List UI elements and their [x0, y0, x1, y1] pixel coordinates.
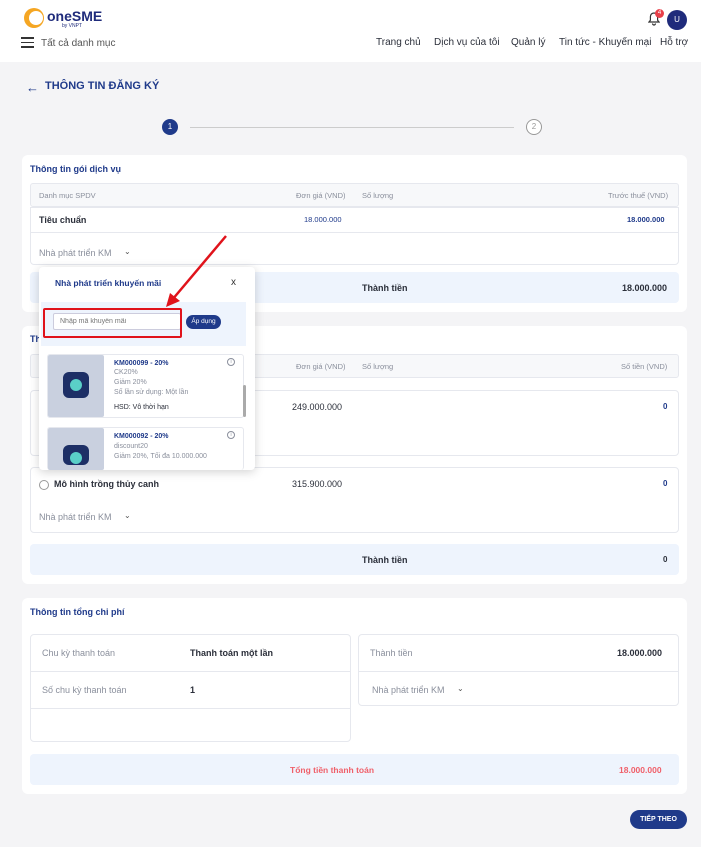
col-quantity: Số lượng — [362, 191, 394, 200]
addon-total-label: Thành tiền — [362, 555, 408, 565]
addon-col-amount: Số tiền (VND) — [621, 362, 668, 371]
close-icon[interactable]: x — [231, 277, 236, 288]
all-categories-link[interactable]: Tất cả danh mục — [41, 38, 115, 49]
addon-amount: 0 — [663, 402, 668, 411]
addon-col-quantity: Số lượng — [362, 362, 394, 371]
cycle-count-label: Số chu kỳ thanh toán — [42, 685, 127, 695]
addon-unit-price: 249.000.000 — [292, 402, 343, 412]
addon-name: Mô hình trồng thủy canh — [54, 479, 159, 489]
coupon-discount: Giảm 20% — [114, 379, 147, 386]
col-pre-tax: Trước thuế (VND) — [608, 191, 669, 200]
service-pre-tax: 18.000.000 — [627, 215, 665, 224]
cycle-count-value: 1 — [190, 685, 196, 695]
nav-home[interactable]: Trang chủ — [376, 37, 421, 48]
info-icon[interactable]: i — [227, 358, 235, 366]
addon-total-bar — [30, 544, 679, 575]
service-total-label: Thành tiền — [362, 283, 408, 293]
cost-section-title: Thông tin tổng chi phí — [30, 607, 125, 617]
chevron-down-icon[interactable]: ⌄ — [457, 684, 464, 693]
col-category: Danh mục SPDV — [39, 191, 96, 200]
divider — [30, 708, 351, 709]
page-title: THÔNG TIN ĐĂNG KÝ — [45, 80, 160, 92]
coupon-usage: Số lần sử dụng: Một lần — [114, 389, 189, 396]
hamburger-menu-icon[interactable] — [21, 37, 34, 48]
coupon-name: CK20% — [114, 369, 138, 376]
coupon-expiry: HSD: Vô thời hạn — [114, 404, 169, 411]
addon-row — [30, 467, 679, 533]
cycle-label: Chu kỳ thanh toán — [42, 648, 116, 658]
user-avatar[interactable]: U — [667, 10, 687, 30]
highlight-box — [43, 308, 182, 338]
addon-unit-price: 315.900.000 — [292, 479, 343, 489]
notification-badge: 4 — [655, 9, 664, 18]
divider — [30, 671, 351, 672]
apply-promo-button[interactable]: Áp dụng — [186, 315, 221, 329]
top-header: oneSME by VNPT Tất cả danh mục Trang chủ… — [0, 0, 701, 62]
col-unit-price: Đơn giá (VND) — [296, 191, 346, 200]
addon-amount: 0 — [663, 479, 668, 488]
popup-scrollbar[interactable] — [243, 385, 246, 417]
logo-subtitle: by VNPT — [62, 23, 83, 29]
grand-total-label: Tổng tiền thanh toán — [290, 765, 375, 775]
coupon-discount: Giảm 20%, Tối đa 10.000.000 — [114, 453, 207, 460]
nav-my-services[interactable]: Dịch vụ của tôi — [434, 37, 500, 48]
service-row — [30, 207, 679, 265]
service-promo-dropdown[interactable]: Nhà phát triển KM — [39, 248, 112, 258]
nav-news-promotions[interactable]: Tin tức - Khuyến mại — [559, 37, 651, 48]
addon-col-unit-price: Đơn giá (VND) — [296, 362, 346, 371]
grand-total-value: 18.000.000 — [619, 765, 662, 775]
divider — [358, 671, 679, 672]
cost-right-box — [358, 634, 679, 706]
next-button[interactable]: TIẾP THEO — [630, 810, 687, 829]
service-unit-price: 18.000.000 — [304, 215, 342, 224]
app-logo-icon — [63, 445, 89, 465]
coupon-code: KM000099 - 20% — [114, 360, 169, 367]
cycle-value: Thanh toán một lần — [190, 648, 273, 658]
step-2: 2 — [526, 119, 542, 135]
subtotal-value: 18.000.000 — [617, 648, 663, 658]
popup-title: Nhà phát triển khuyến mãi — [55, 278, 162, 288]
service-name: Tiêu chuẩn — [39, 215, 87, 225]
addon-promo-dropdown[interactable]: Nhà phát triển KM — [39, 512, 112, 522]
logo-text[interactable]: oneSME — [47, 8, 102, 24]
info-icon[interactable]: i — [227, 431, 235, 439]
coupon-code: KM000092 - 20% — [114, 433, 169, 440]
coupon-name: discount20 — [114, 443, 148, 450]
back-arrow-icon[interactable]: ← — [26, 80, 39, 95]
addon-total-value: 0 — [663, 555, 668, 564]
addon-checkbox[interactable] — [39, 480, 49, 490]
nav-support[interactable]: Hỗ trợ — [660, 37, 688, 48]
onesme-logo-icon[interactable] — [24, 8, 44, 28]
promo-popup: Nhà phát triển khuyến mãi x KM000099 - 2… — [39, 267, 255, 470]
divider — [30, 232, 679, 233]
service-total-value: 18.000.000 — [622, 283, 668, 293]
chevron-down-icon[interactable]: ⌄ — [124, 247, 131, 256]
chevron-down-icon[interactable]: ⌄ — [124, 511, 131, 520]
nav-manage[interactable]: Quản lý — [511, 37, 545, 48]
step-1: 1 — [162, 119, 178, 135]
cost-promo-dropdown[interactable]: Nhà phát triển KM — [372, 685, 445, 695]
subtotal-label: Thành tiền — [370, 648, 413, 658]
stepper-line — [190, 127, 514, 128]
service-table-header — [30, 183, 679, 207]
app-logo-icon — [63, 372, 89, 398]
service-section-title: Thông tin gói dịch vụ — [30, 164, 121, 174]
